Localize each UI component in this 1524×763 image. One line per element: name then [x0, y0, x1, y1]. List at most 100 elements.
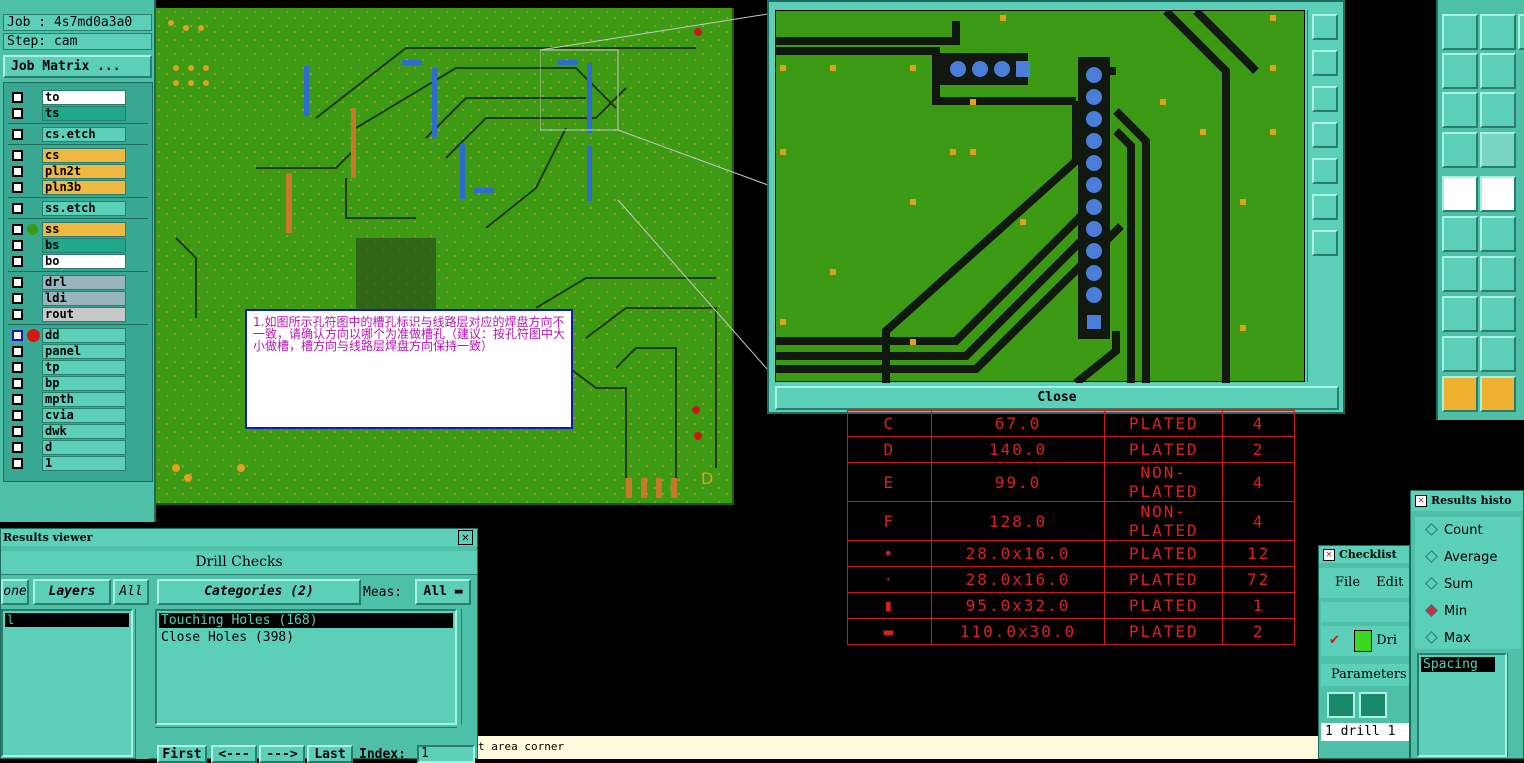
cut-line-icon[interactable]	[1480, 296, 1516, 332]
radio-average[interactable]: Average	[1425, 548, 1497, 568]
layer-name[interactable]: to	[42, 90, 126, 105]
layer-row[interactable]: ldi	[8, 291, 148, 306]
layer-checkbox[interactable]	[12, 442, 23, 453]
layer-name[interactable]: bo	[42, 254, 126, 269]
list-item[interactable]: Touching Holes (168)	[159, 613, 453, 628]
job-matrix-button[interactable]: Job Matrix ...	[3, 55, 152, 78]
checklist-item[interactable]: ✔ Dri	[1321, 626, 1409, 656]
layer-row[interactable]: dd	[8, 328, 148, 343]
layer-checkbox[interactable]	[12, 394, 23, 405]
zoom-out-icon[interactable]	[1312, 230, 1338, 256]
layer-checkbox[interactable]	[12, 330, 23, 341]
draw-arc-icon[interactable]	[1480, 256, 1516, 292]
pan-up-icon[interactable]	[1312, 50, 1338, 76]
run-action-icon[interactable]	[1327, 692, 1355, 718]
layer-name[interactable]: mpth	[42, 392, 126, 407]
layer-name[interactable]: pln3b	[42, 180, 126, 195]
radio-count[interactable]: Count	[1425, 521, 1483, 541]
histogram-list[interactable]: Spacing	[1417, 653, 1507, 757]
layer-name[interactable]: cs	[42, 148, 126, 163]
pan-right-icon[interactable]	[1312, 158, 1338, 184]
layer-name[interactable]: tp	[42, 360, 126, 375]
layer-name[interactable]: d	[42, 440, 126, 455]
close-icon[interactable]: ✕	[1415, 495, 1427, 507]
delete-node-icon[interactable]	[1480, 216, 1516, 252]
run-all-icon[interactable]	[1359, 692, 1387, 718]
move-icon[interactable]	[1480, 92, 1516, 128]
select-box-icon[interactable]	[1480, 376, 1516, 412]
scrollbar[interactable]	[135, 609, 149, 759]
layer-name[interactable]: 1	[42, 456, 126, 471]
layer-name[interactable]: panel	[42, 344, 126, 359]
layer-checkbox[interactable]	[12, 108, 23, 119]
layer-name[interactable]: cs.etch	[42, 127, 126, 142]
meas-select[interactable]: All ▬	[415, 579, 471, 605]
layer-checkbox[interactable]	[12, 129, 23, 140]
pan-left-icon[interactable]	[1312, 122, 1338, 148]
select-pointer-icon[interactable]	[1442, 376, 1478, 412]
zoom-fit-icon[interactable]	[1312, 194, 1338, 220]
window-title[interactable]: Results viewer	[1, 529, 477, 546]
layer-row[interactable]: cs.etch	[8, 127, 148, 142]
layer-row[interactable]: bs	[8, 238, 148, 253]
layer-checkbox[interactable]	[12, 240, 23, 251]
layer-name[interactable]: ts	[42, 106, 126, 121]
pad-tool-icon[interactable]	[1442, 176, 1478, 212]
close-icon[interactable]: ✕	[1323, 549, 1335, 561]
align-right-icon[interactable]	[1480, 53, 1516, 89]
layer-checkbox[interactable]	[12, 458, 23, 469]
layer-name[interactable]: ldi	[42, 291, 126, 306]
layer-checkbox[interactable]	[12, 309, 23, 320]
check-row[interactable]: 1 drill 1	[1321, 723, 1409, 741]
layer-name[interactable]: rout	[42, 307, 126, 322]
all-button[interactable]: All	[113, 579, 149, 605]
layer-row[interactable]: mpth	[8, 392, 148, 407]
layer-row[interactable]: bo	[8, 254, 148, 269]
layer-name[interactable]: dd	[42, 328, 126, 343]
layer-row[interactable]: to	[8, 90, 148, 105]
last-button[interactable]: Last	[307, 745, 353, 763]
zoom-view-canvas[interactable]	[775, 10, 1305, 383]
layer-results-list[interactable]: l	[1, 609, 133, 757]
layer-row[interactable]: d	[8, 440, 148, 455]
layer-name[interactable]: ss.etch	[42, 201, 126, 216]
layer-checkbox[interactable]	[12, 362, 23, 373]
layer-name[interactable]: pln2t	[42, 164, 126, 179]
layer-checkbox[interactable]	[12, 182, 23, 193]
index-field[interactable]: 1	[417, 745, 475, 763]
category-list[interactable]: Touching Holes (168) Close Holes (398)	[155, 609, 457, 725]
align-bottom-icon[interactable]	[1480, 14, 1516, 50]
horizontal-scrollbar[interactable]	[155, 727, 457, 739]
line-tool-icon[interactable]	[1480, 176, 1516, 212]
first-button[interactable]: First	[157, 745, 207, 763]
layer-name[interactable]: ss	[42, 222, 126, 237]
layer-checkbox[interactable]	[12, 224, 23, 235]
list-item[interactable]: Close Holes (398)	[157, 630, 455, 645]
close-icon[interactable]: ✕	[458, 530, 473, 545]
draw-line-icon[interactable]	[1442, 256, 1478, 292]
zoom-in-icon[interactable]	[1312, 14, 1338, 40]
layer-checkbox[interactable]	[12, 92, 23, 103]
layer-row[interactable]: dwk	[8, 424, 148, 439]
triangle-icon[interactable]	[1480, 336, 1516, 372]
radio-sum[interactable]: Sum	[1425, 575, 1473, 595]
layer-row[interactable]: ss.etch	[8, 201, 148, 216]
measure-icon[interactable]	[1442, 296, 1478, 332]
scrollbar[interactable]	[1507, 653, 1521, 757]
align-top-icon[interactable]	[1442, 14, 1478, 50]
radio-min[interactable]: Min	[1425, 602, 1467, 622]
layer-checkbox[interactable]	[12, 410, 23, 421]
layer-row[interactable]: cs	[8, 148, 148, 163]
pan-down-icon[interactable]	[1312, 86, 1338, 112]
layer-name[interactable]: bs	[42, 238, 126, 253]
grid-icon[interactable]	[1480, 132, 1516, 168]
menu-edit[interactable]: Edit	[1376, 575, 1403, 590]
categories-button[interactable]: Categories (2)	[157, 579, 361, 605]
align-left-icon[interactable]	[1442, 53, 1478, 89]
layer-name[interactable]: cvia	[42, 408, 126, 423]
layer-name[interactable]: dwk	[42, 424, 126, 439]
none-button[interactable]: one	[1, 579, 29, 605]
layer-row[interactable]: drl	[8, 275, 148, 290]
tool-partial-icon[interactable]	[1518, 14, 1524, 50]
layer-row[interactable]: ss	[8, 222, 148, 237]
